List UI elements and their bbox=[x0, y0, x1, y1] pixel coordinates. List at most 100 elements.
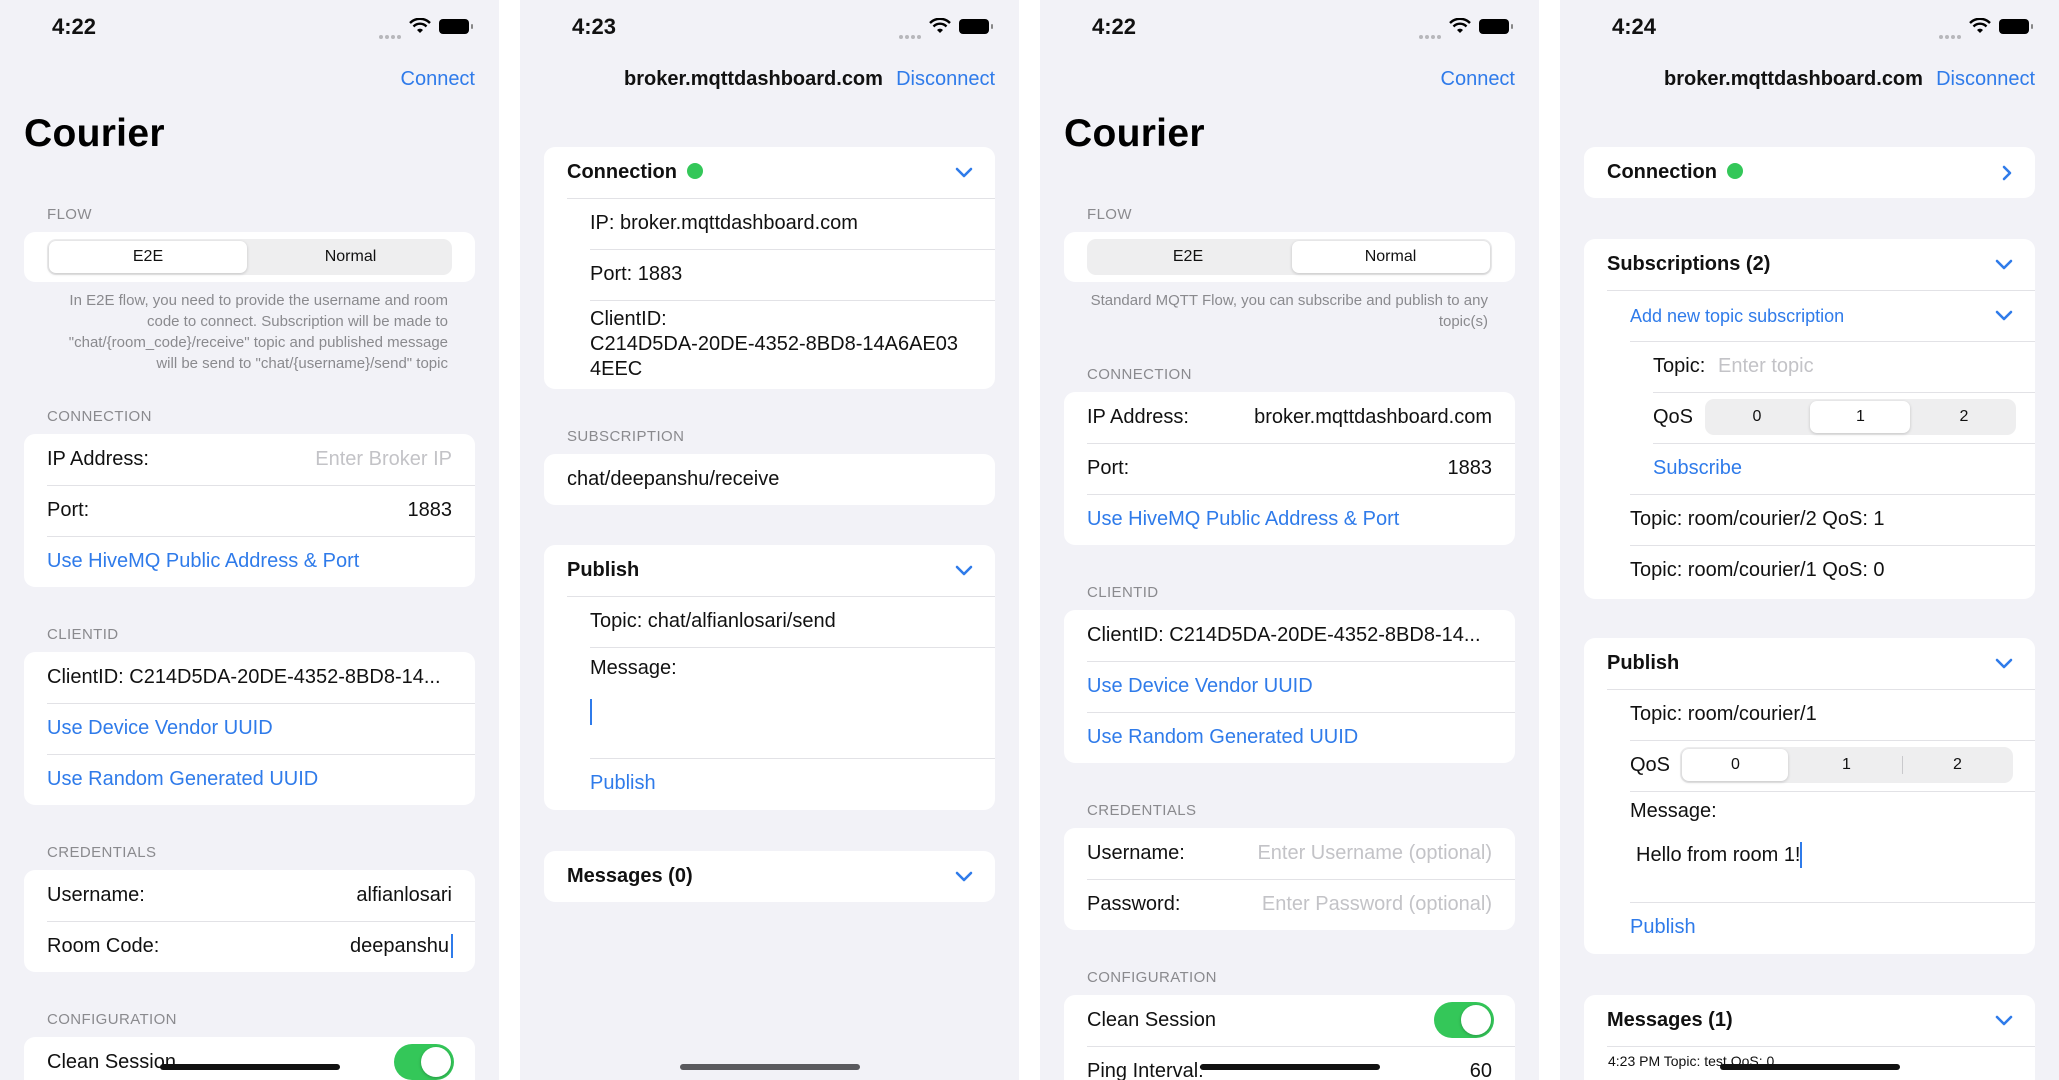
messages-header[interactable]: Messages (1) bbox=[1584, 995, 2035, 1046]
segment-normal[interactable]: Normal bbox=[1289, 239, 1492, 275]
connection-header[interactable]: Connection bbox=[544, 147, 995, 198]
use-vendor-uuid-button[interactable]: Use Device Vendor UUID bbox=[1087, 675, 1313, 698]
ping-interval-row[interactable]: Ping Interval: 60 bbox=[1064, 1046, 1515, 1080]
battery-icon bbox=[439, 19, 473, 34]
status-time: 4:22 bbox=[52, 14, 97, 39]
ip-input[interactable]: Enter Broker IP bbox=[315, 448, 452, 471]
connect-button[interactable]: Connect bbox=[1441, 68, 1516, 91]
publish-header[interactable]: Publish bbox=[544, 545, 995, 596]
connect-button[interactable]: Connect bbox=[401, 68, 476, 91]
use-hivemq-button[interactable]: Use HiveMQ Public Address & Port bbox=[47, 550, 359, 573]
clientid-field[interactable]: ClientID: C214D5DA-20DE-4352-8BD8-14... bbox=[47, 666, 441, 689]
chevron-down-icon[interactable] bbox=[1995, 310, 2013, 322]
publish-header[interactable]: Publish bbox=[1584, 638, 2035, 689]
subscription-item[interactable]: Topic: room/courier/2 QoS: 1 bbox=[1584, 494, 2035, 545]
chevron-down-icon[interactable] bbox=[1995, 658, 2013, 670]
port-label: Port: bbox=[1087, 457, 1130, 479]
random-uuid-row[interactable]: Use Random Generated UUID bbox=[24, 754, 475, 805]
topic-input-row[interactable]: Topic: Enter topic bbox=[1584, 341, 2035, 392]
chevron-down-icon[interactable] bbox=[955, 871, 973, 883]
hivemq-row[interactable]: Use HiveMQ Public Address & Port bbox=[1064, 494, 1515, 545]
chevron-down-icon[interactable] bbox=[1995, 259, 2013, 271]
sub-qos-segmented-control[interactable]: 0 1 2 bbox=[1705, 399, 2016, 435]
add-subscription-button[interactable]: Add new topic subscription bbox=[1630, 306, 1844, 327]
clientid-row[interactable]: ClientID: C214D5DA-20DE-4352-8BD8-14... bbox=[1064, 610, 1515, 661]
publish-topic-input[interactable]: Topic: room/courier/1 bbox=[1630, 703, 1817, 726]
roomcode-row[interactable]: Room Code: deepanshu bbox=[24, 921, 475, 972]
segment-e2e[interactable]: E2E bbox=[1087, 239, 1289, 275]
ip-row[interactable]: IP Address: broker.mqttdashboard.com bbox=[1064, 392, 1515, 443]
vendor-uuid-row[interactable]: Use Device Vendor UUID bbox=[24, 703, 475, 754]
port-input[interactable]: 1883 bbox=[1448, 457, 1493, 480]
clientid-field[interactable]: ClientID: C214D5DA-20DE-4352-8BD8-14... bbox=[1087, 624, 1481, 647]
username-row[interactable]: Username: Enter Username (optional) bbox=[1064, 828, 1515, 879]
pub-qos-2[interactable]: 2 bbox=[1902, 747, 2013, 783]
subscribe-row[interactable]: Subscribe bbox=[1584, 443, 2035, 494]
username-input[interactable]: alfianlosari bbox=[356, 884, 452, 907]
flow-segmented-control[interactable]: E2E Normal bbox=[1087, 239, 1492, 275]
messages-header[interactable]: Messages (0) bbox=[544, 851, 995, 902]
roomcode-input[interactable]: deepanshu bbox=[350, 935, 449, 958]
use-hivemq-button[interactable]: Use HiveMQ Public Address & Port bbox=[1087, 508, 1399, 531]
publish-topic-row[interactable]: Topic: room/courier/1 bbox=[1584, 689, 2035, 740]
disconnect-button[interactable]: Disconnect bbox=[896, 68, 995, 91]
subscription-item[interactable]: Topic: room/courier/1 QoS: 0 bbox=[1584, 545, 2035, 596]
subscribe-button[interactable]: Subscribe bbox=[1653, 457, 1742, 480]
sub-qos-2[interactable]: 2 bbox=[1912, 399, 2016, 435]
clean-session-toggle[interactable] bbox=[394, 1044, 454, 1080]
ip-input[interactable]: broker.mqttdashboard.com bbox=[1254, 406, 1492, 429]
pub-qos-0[interactable]: 0 bbox=[1680, 747, 1791, 783]
topic-input[interactable]: Enter topic bbox=[1718, 355, 1814, 378]
screen-e2e-setup: 4:22 Connect Courier FLOW E2E Normal In … bbox=[0, 0, 499, 1080]
connection-label: Connection bbox=[567, 161, 677, 183]
publish-button[interactable]: Publish bbox=[590, 772, 656, 795]
disconnect-button[interactable]: Disconnect bbox=[1936, 68, 2035, 91]
pub-qos-segmented-control[interactable]: 0 1 2 bbox=[1680, 747, 2013, 783]
vendor-uuid-row[interactable]: Use Device Vendor UUID bbox=[1064, 661, 1515, 712]
password-row[interactable]: Password: Enter Password (optional) bbox=[1064, 879, 1515, 930]
segment-e2e[interactable]: E2E bbox=[47, 239, 249, 275]
divider bbox=[1630, 791, 2035, 792]
page-title: Courier bbox=[1064, 112, 1205, 155]
port-row[interactable]: Port: 1883 bbox=[1064, 443, 1515, 494]
connection-header[interactable]: Connection bbox=[1584, 147, 2035, 198]
use-vendor-uuid-button[interactable]: Use Device Vendor UUID bbox=[47, 717, 273, 740]
publish-button[interactable]: Publish bbox=[1630, 916, 1696, 939]
chevron-down-icon[interactable] bbox=[955, 565, 973, 577]
flow-description: In E2E flow, you need to provide the use… bbox=[68, 292, 448, 372]
password-input[interactable]: Enter Password (optional) bbox=[1262, 893, 1492, 916]
divider bbox=[590, 647, 995, 648]
use-random-uuid-button[interactable]: Use Random Generated UUID bbox=[1087, 726, 1358, 749]
divider bbox=[590, 300, 995, 301]
message-textarea[interactable] bbox=[590, 685, 970, 735]
section-header-configuration: CONFIGURATION bbox=[47, 1011, 177, 1028]
clientid-row[interactable]: ClientID: C214D5DA-20DE-4352-8BD8-14... bbox=[24, 652, 475, 703]
random-uuid-row[interactable]: Use Random Generated UUID bbox=[1064, 712, 1515, 763]
message-textarea[interactable]: Hello from room 1! bbox=[1630, 834, 2010, 884]
username-row[interactable]: Username: alfianlosari bbox=[24, 870, 475, 921]
hivemq-row[interactable]: Use HiveMQ Public Address & Port bbox=[24, 536, 475, 587]
connection-label: Connection bbox=[1607, 161, 1717, 183]
port-input[interactable]: 1883 bbox=[408, 499, 453, 522]
pub-qos-1[interactable]: 1 bbox=[1791, 747, 1902, 783]
chevron-down-icon[interactable] bbox=[1995, 1015, 2013, 1027]
publish-button-row[interactable]: Publish bbox=[1584, 902, 2035, 953]
add-subscription-row[interactable]: Add new topic subscription bbox=[1584, 290, 2035, 341]
status-dot-icon bbox=[1727, 163, 1743, 179]
chevron-right-icon[interactable] bbox=[2001, 165, 2013, 181]
text-cursor bbox=[1800, 842, 1802, 868]
sub-qos-0[interactable]: 0 bbox=[1705, 399, 1809, 435]
username-input[interactable]: Enter Username (optional) bbox=[1257, 842, 1492, 865]
clean-session-toggle[interactable] bbox=[1434, 1002, 1494, 1038]
sub-qos-1[interactable]: 1 bbox=[1809, 399, 1912, 435]
publish-button-row[interactable]: Publish bbox=[544, 758, 995, 809]
ping-interval-input[interactable]: 60 bbox=[1470, 1060, 1492, 1080]
connection-card: Connection IP: broker.mqttdashboard.com … bbox=[544, 147, 995, 389]
flow-segmented-control[interactable]: E2E Normal bbox=[47, 239, 452, 275]
ip-row[interactable]: IP Address: Enter Broker IP bbox=[24, 434, 475, 485]
port-row[interactable]: Port: 1883 bbox=[24, 485, 475, 536]
use-random-uuid-button[interactable]: Use Random Generated UUID bbox=[47, 768, 318, 791]
chevron-down-icon[interactable] bbox=[955, 167, 973, 179]
subscriptions-header[interactable]: Subscriptions (2) bbox=[1584, 239, 2035, 290]
segment-normal[interactable]: Normal bbox=[249, 239, 452, 275]
